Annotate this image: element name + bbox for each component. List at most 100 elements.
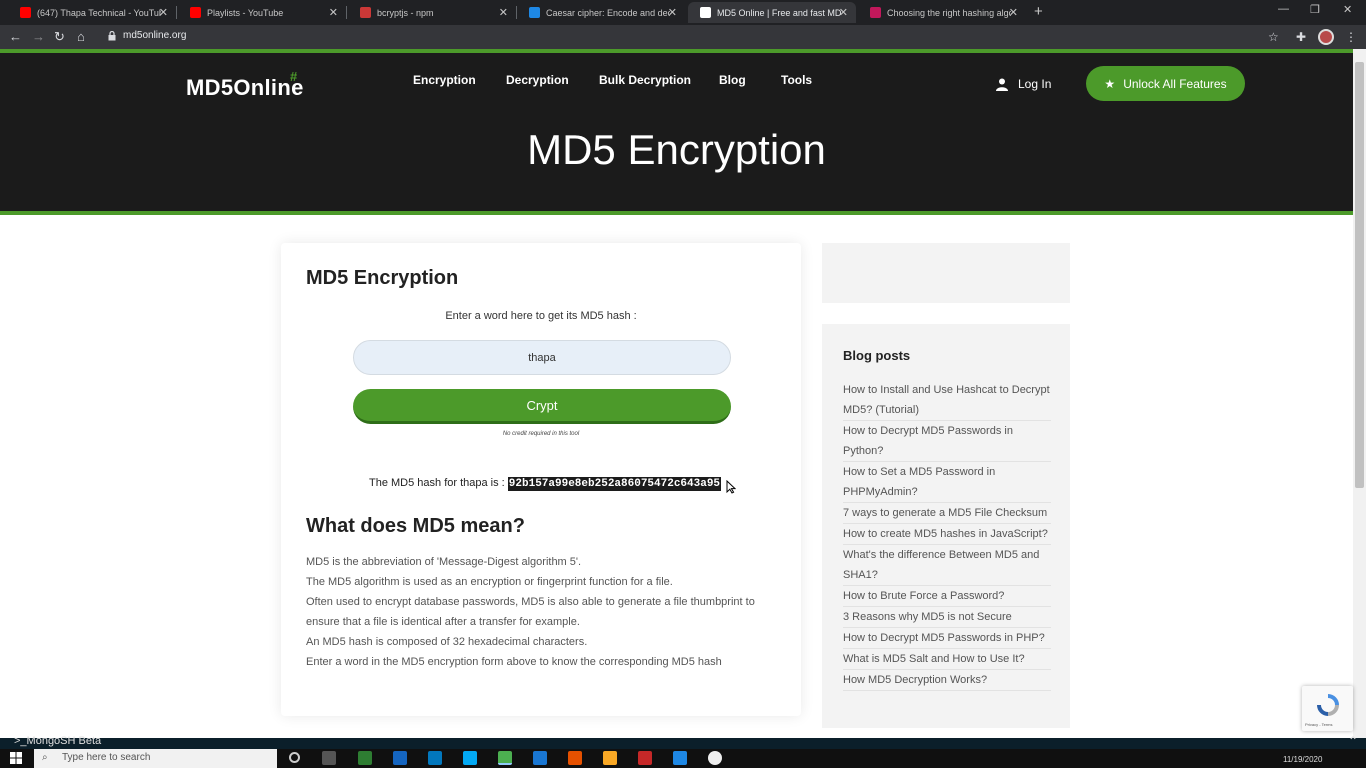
tab-title: Choosing the right hashing algo... (887, 7, 1011, 18)
site-logo[interactable]: MD5Online (186, 75, 304, 101)
blog-post-link[interactable]: How to Brute Force a Password? (843, 586, 1051, 607)
taskbar-app-icon[interactable] (358, 751, 372, 765)
recaptcha-links[interactable]: Privacy - Terms (1305, 722, 1332, 727)
blog-post-link[interactable]: How to Decrypt MD5 Passwords in Python? (843, 421, 1051, 462)
vscode-taskbar-icon[interactable] (673, 751, 687, 765)
about-heading: What does MD5 mean? (306, 515, 525, 537)
back-icon[interactable]: ← (9, 29, 22, 44)
profile-avatar[interactable] (1318, 29, 1334, 45)
logo-hash-mark: # (290, 69, 298, 84)
credit-note: No credit required in this tool (502, 431, 580, 437)
blog-post-link[interactable]: How MD5 Decryption Works? (843, 670, 1051, 691)
address-bar[interactable]: md5online.org (123, 30, 186, 41)
nav-bulk-decryption[interactable]: Bulk Decryption (599, 73, 691, 87)
nav-decryption[interactable]: Decryption (506, 73, 569, 87)
minimize-icon[interactable]: — (1278, 3, 1289, 15)
taskbar-clock[interactable]: 11/19/2020 (1283, 755, 1322, 764)
article-icon (870, 7, 881, 18)
close-tab-icon[interactable]: ✕ (1009, 6, 1018, 19)
unlock-features-button[interactable]: ★ Unlock All Features (1086, 66, 1245, 101)
recaptcha-badge[interactable]: Privacy - Terms (1302, 686, 1353, 731)
tab-title: (647) Thapa Technical - YouTube (37, 7, 161, 18)
browser-tab[interactable]: Choosing the right hashing algo... ✕ (858, 2, 1026, 23)
close-tab-icon[interactable]: ✕ (839, 6, 848, 19)
search-icon: ⌕ (42, 752, 48, 763)
blog-post-list: How to Install and Use Hashcat to Decryp… (843, 380, 1051, 691)
taskbar-search[interactable]: ⌕ Type here to search (34, 749, 277, 768)
ad-placeholder (822, 243, 1070, 303)
browser-tab[interactable]: Caesar cipher: Encode and decode✕ (517, 2, 685, 23)
browser-tab[interactable]: (647) Thapa Technical - YouTube ✕ (8, 2, 176, 23)
about-line: Enter a word in the MD5 encryption form … (306, 656, 722, 668)
browser-tab[interactable]: Playlists - YouTube ✕ (178, 2, 346, 23)
blog-post-link[interactable]: How to Set a MD5 Password in PHPMyAdmin? (843, 462, 1051, 503)
mongosh-bar (0, 738, 1366, 749)
extensions-icon[interactable]: ✚ (1296, 30, 1306, 44)
tab-title: Caesar cipher: Encode and decode (546, 7, 670, 18)
about-line: MD5 is the abbreviation of 'Message-Dige… (306, 556, 582, 568)
close-tab-icon[interactable]: ✕ (159, 6, 168, 19)
browser-tab[interactable]: bcryptjs - npm ✕ (348, 2, 516, 23)
scrollbar-thumb[interactable] (1355, 62, 1364, 488)
blog-post-link[interactable]: What is MD5 Salt and How to Use It? (843, 649, 1051, 670)
nav-encryption[interactable]: Encryption (413, 73, 476, 87)
close-window-icon[interactable]: ✕ (1343, 3, 1352, 16)
blog-post-link[interactable]: How to create MD5 hashes in JavaScript? (843, 524, 1051, 545)
blog-post-link[interactable]: What's the difference Between MD5 and SH… (843, 545, 1051, 586)
windows-start-icon[interactable] (10, 752, 22, 764)
word-input[interactable] (353, 340, 731, 375)
tab-title: MD5 Online | Free and fast MD5 (717, 7, 841, 18)
nav-tools[interactable]: Tools (781, 73, 812, 87)
recaptcha-icon (1317, 694, 1339, 716)
star-icon: ★ (1104, 76, 1116, 91)
browser-toolbar: ← → ↻ ⌂ md5online.org ☆ ✚ ⋮ (0, 25, 1366, 49)
page-title: MD5 Encryption (527, 126, 826, 173)
mouse-cursor-icon (726, 480, 736, 494)
reload-icon[interactable]: ↻ (54, 29, 65, 44)
home-icon[interactable]: ⌂ (77, 29, 85, 44)
cortana-icon[interactable] (289, 752, 300, 763)
login-link[interactable]: Log In (996, 77, 1051, 91)
close-tab-icon[interactable]: ✕ (329, 6, 338, 19)
chrome-taskbar-icon[interactable] (498, 751, 512, 765)
unlock-label: Unlock All Features (1123, 76, 1227, 91)
close-tab-icon[interactable]: ✕ (668, 6, 677, 19)
crypt-button[interactable]: Crypt (353, 389, 731, 424)
taskbar-app-icon[interactable] (708, 751, 722, 765)
bookmark-star-icon[interactable]: ☆ (1268, 30, 1279, 44)
new-tab-button[interactable]: + (1034, 3, 1043, 20)
blog-post-link[interactable]: 3 Reasons why MD5 is not Secure (843, 607, 1051, 628)
taskbar-app-icon[interactable] (428, 751, 442, 765)
md5-encryption-card: MD5 Encryption Enter a word here to get … (281, 243, 801, 716)
mongosh-label[interactable]: >_MongoSH Beta (14, 735, 101, 747)
blog-posts-panel: Blog posts How to Install and Use Hashca… (822, 324, 1070, 728)
word-input-label: Enter a word here to get its MD5 hash : (445, 310, 637, 322)
blog-post-link[interactable]: 7 ways to generate a MD5 File Checksum (843, 503, 1051, 524)
site-header: MD5Online # Encryption Decryption Bulk D… (0, 53, 1353, 211)
taskbar-app-icon[interactable] (568, 751, 582, 765)
mongosh-close-icon[interactable]: ⌃ (1348, 734, 1358, 748)
blog-post-link[interactable]: How to Install and Use Hashcat to Decryp… (843, 380, 1051, 421)
restore-icon[interactable]: ❐ (1310, 3, 1320, 16)
blog-post-link[interactable]: How to Decrypt MD5 Passwords in PHP? (843, 628, 1051, 649)
taskbar-app-icon[interactable] (393, 751, 407, 765)
forward-icon[interactable]: → (32, 29, 45, 44)
browser-menu-icon[interactable]: ⋮ (1345, 30, 1357, 44)
close-tab-icon[interactable]: ✕ (499, 6, 508, 19)
taskbar-app-icon[interactable] (463, 751, 477, 765)
hash-result-prefix: The MD5 hash for thapa is : (369, 477, 505, 489)
hash-result: The MD5 hash for thapa is : 92b157a99e8e… (369, 477, 722, 491)
youtube-icon (190, 7, 201, 18)
nav-blog[interactable]: Blog (719, 73, 746, 87)
lock-icon (108, 31, 116, 41)
task-view-icon[interactable] (322, 751, 336, 765)
taskbar-app-icon[interactable] (533, 751, 547, 765)
caesar-icon (529, 7, 540, 18)
taskbar-app-icon[interactable] (603, 751, 617, 765)
about-text: MD5 is the abbreviation of 'Message-Dige… (306, 552, 776, 672)
about-line: An MD5 hash is composed of 32 hexadecima… (306, 636, 588, 648)
hash-value[interactable]: 92b157a99e8eb252a86075472c643a95 (507, 477, 722, 491)
browser-tab[interactable]: MD5 Online | Free and fast MD5 ✕ (688, 2, 856, 23)
taskbar-app-icon[interactable] (638, 751, 652, 765)
tab-separator (176, 6, 177, 19)
